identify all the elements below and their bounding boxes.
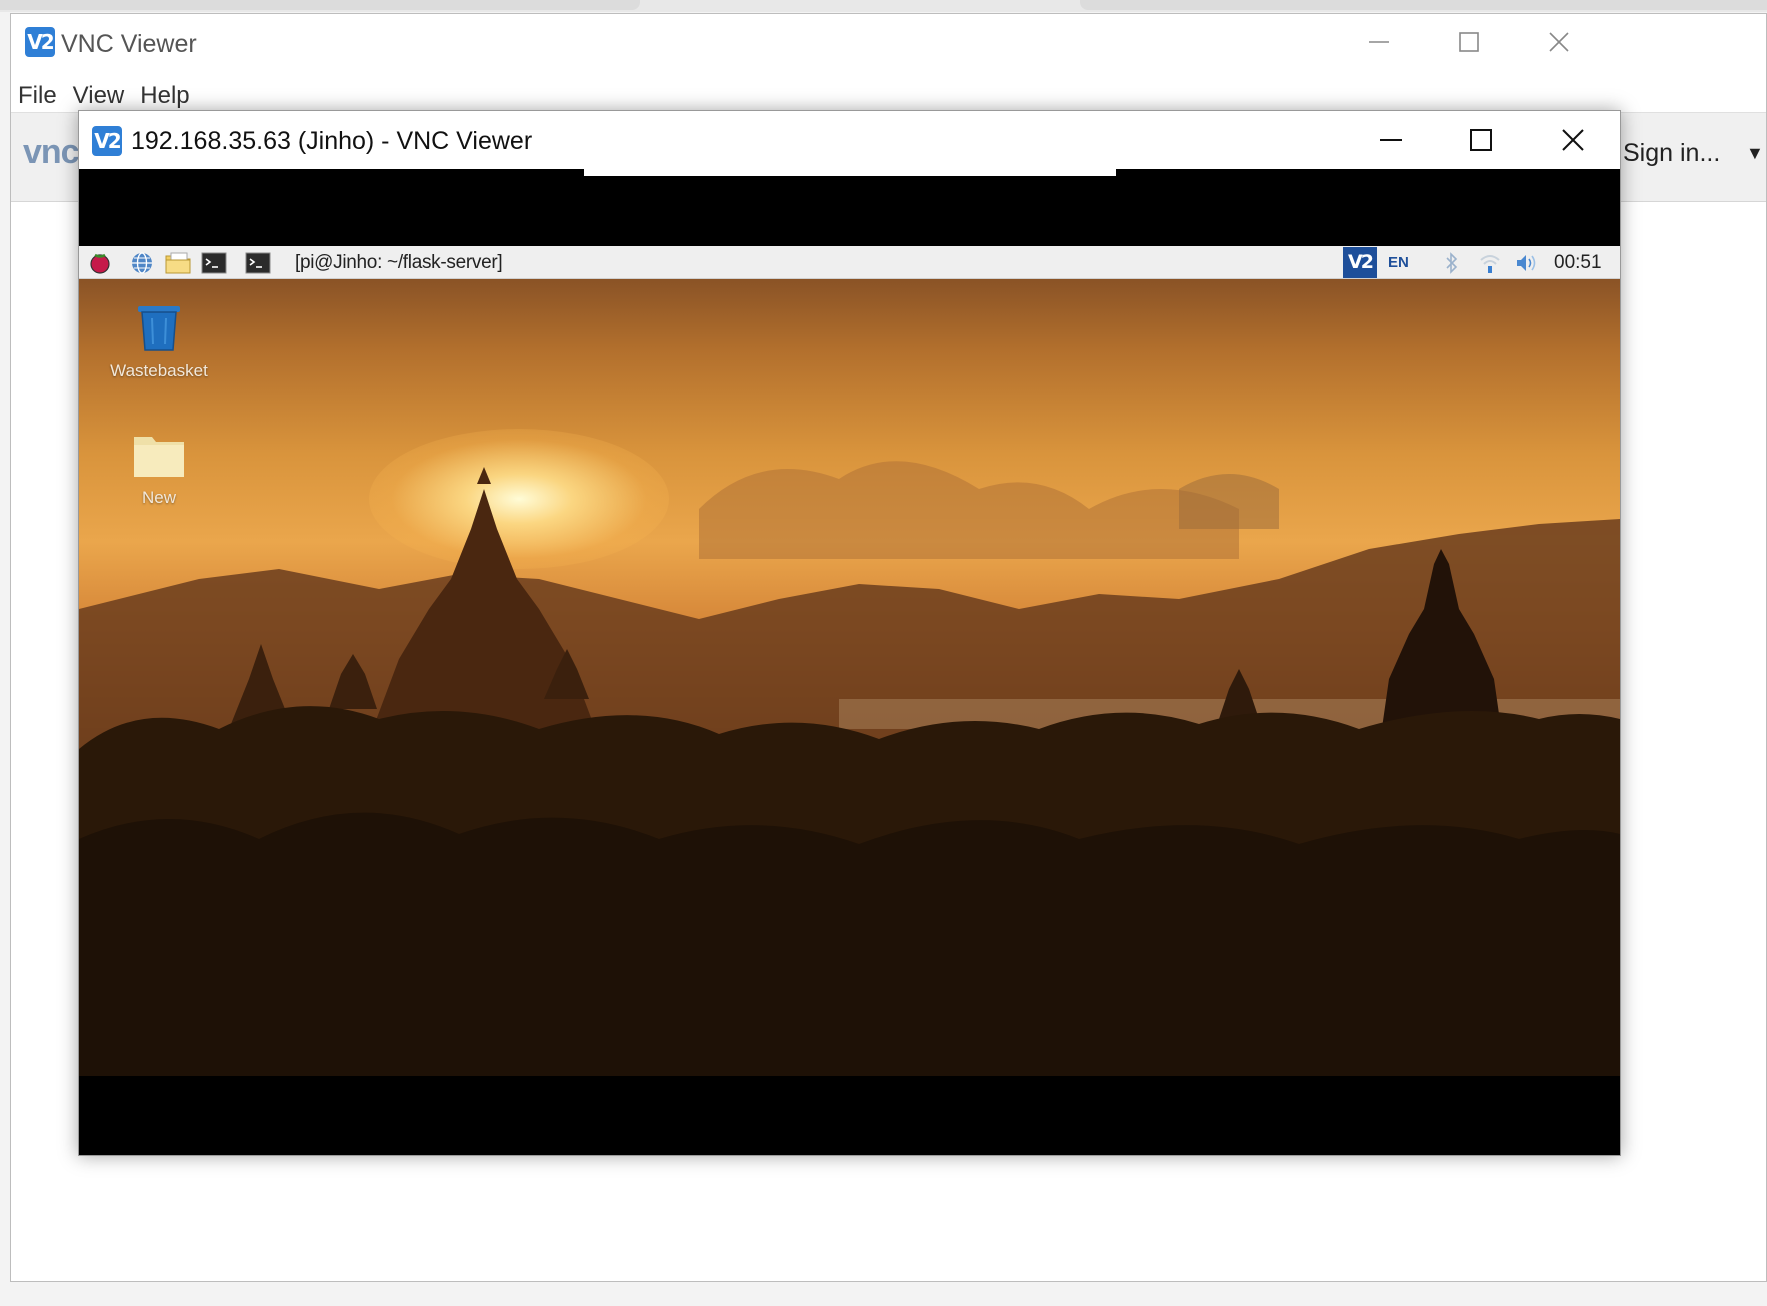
session-minimize-button[interactable] [1361, 111, 1421, 169]
web-browser-icon[interactable] [129, 250, 155, 276]
background-browser-strip [0, 0, 1767, 12]
taskbar-clock[interactable]: 00:51 [1554, 252, 1602, 274]
main-window-title: VNC Viewer [61, 30, 197, 58]
file-manager-icon[interactable] [165, 250, 191, 276]
close-icon [1549, 32, 1569, 52]
session-maximize-button[interactable] [1451, 111, 1511, 169]
session-window-title: 192.168.35.63 (Jinho) - VNC Viewer [131, 127, 533, 155]
bluetooth-icon[interactable] [1439, 250, 1465, 276]
wallpaper-landscape-silhouette [79, 461, 1620, 1076]
vnc-session-window: V2 192.168.35.63 (Jinho) - VNC Viewer [p… [78, 110, 1621, 1156]
maximize-button[interactable] [1439, 20, 1499, 64]
raspberry-menu-icon[interactable] [87, 250, 113, 276]
taskbar-task-terminal[interactable]: [pi@Jinho: ~/flask-server] [295, 252, 503, 274]
wastebasket-icon [138, 306, 180, 351]
vnc-wordmark-logo: vnc [23, 133, 80, 171]
sign-in-dropdown-icon[interactable]: ▼ [1746, 143, 1764, 164]
terminal-icon[interactable] [201, 250, 227, 276]
maximize-icon [1459, 32, 1479, 52]
close-icon [1562, 129, 1584, 151]
menu-bar: File View Help [11, 76, 197, 110]
raspberry-pi-taskbar: [pi@Jinho: ~/flask-server] V2 EN 00:51 [79, 246, 1620, 279]
volume-icon[interactable] [1514, 250, 1540, 276]
menu-help[interactable]: Help [133, 76, 196, 110]
maximize-icon [1470, 129, 1492, 151]
browser-tab[interactable] [0, 0, 640, 10]
browser-tab[interactable] [1080, 0, 1767, 10]
new-folder-label: New [141, 488, 176, 507]
wastebasket-label: Wastebasket [110, 361, 208, 380]
keyboard-language-indicator[interactable]: EN [1388, 254, 1409, 271]
minimize-button[interactable] [1349, 20, 1409, 64]
menu-view[interactable]: View [66, 76, 132, 110]
minimize-icon [1380, 139, 1402, 141]
minimize-icon [1369, 41, 1389, 43]
sign-in-button[interactable]: Sign in... [1623, 139, 1720, 168]
close-button[interactable] [1529, 20, 1589, 64]
session-title-bar[interactable]: V2 192.168.35.63 (Jinho) - VNC Viewer [79, 111, 1620, 169]
menu-file[interactable]: File [11, 76, 64, 110]
desktop-item-new-folder[interactable]: New [99, 431, 219, 508]
desktop-item-wastebasket[interactable]: Wastebasket [99, 304, 219, 381]
wifi-icon[interactable] [1477, 250, 1503, 276]
task-terminal-icon[interactable] [245, 250, 271, 276]
session-toolbar-tab[interactable] [584, 169, 1116, 176]
session-close-button[interactable] [1543, 111, 1603, 169]
folder-icon [134, 437, 184, 477]
vnc-viewer-logo-icon: V2 [92, 126, 122, 156]
vnc-viewer-logo-icon: V2 [25, 27, 55, 57]
desktop-wallpaper-sunset-temples [79, 279, 1620, 1076]
main-title-bar[interactable]: V2 VNC Viewer [11, 14, 1766, 72]
remote-desktop[interactable]: [pi@Jinho: ~/flask-server] V2 EN 00:51 W… [79, 246, 1620, 1076]
vnc-server-tray-icon[interactable]: V2 [1343, 247, 1377, 278]
